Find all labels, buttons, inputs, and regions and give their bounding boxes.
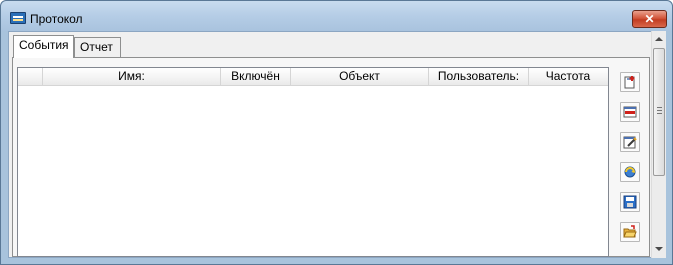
- edit-button[interactable]: [620, 132, 640, 152]
- close-button[interactable]: ✕: [632, 10, 667, 28]
- add-icon: [624, 76, 635, 89]
- open-folder-icon: [623, 225, 637, 238]
- column-header-user[interactable]: Пользователь:: [429, 68, 529, 86]
- column-header-frequency[interactable]: Частота: [529, 68, 607, 86]
- tab-report[interactable]: Отчет: [74, 37, 121, 57]
- window-title: Протокол: [30, 12, 83, 26]
- vertical-scrollbar[interactable]: [651, 31, 666, 258]
- scrollbar-thumb[interactable]: [653, 48, 665, 176]
- protocol-window: Протокол ✕ События Отчет Имя: Включён Об…: [0, 0, 673, 265]
- scroll-up-arrow-icon[interactable]: [655, 37, 663, 41]
- column-header-name[interactable]: Имя:: [43, 68, 221, 86]
- open-button[interactable]: [620, 222, 640, 242]
- refresh-button[interactable]: [620, 162, 640, 182]
- delete-icon: [623, 106, 637, 118]
- events-table[interactable]: Имя: Включён Объект Пользователь: Частот…: [17, 67, 609, 257]
- add-button[interactable]: [620, 72, 640, 92]
- delete-button[interactable]: [620, 102, 640, 122]
- window-app-icon: [10, 12, 26, 24]
- tab-panel-events: Имя: Включён Объект Пользователь: Частот…: [12, 57, 650, 257]
- edit-icon: [623, 136, 637, 149]
- column-header-indicator[interactable]: [18, 68, 43, 86]
- save-icon: [623, 195, 637, 209]
- save-button[interactable]: [620, 192, 640, 212]
- grip-icon: [657, 107, 662, 114]
- scroll-down-arrow-icon[interactable]: [655, 247, 663, 251]
- column-header-enabled[interactable]: Включён: [221, 68, 291, 86]
- tab-events[interactable]: События: [13, 35, 74, 58]
- window-client-area: События Отчет Имя: Включён Объект Пользо…: [8, 31, 665, 258]
- title-bar[interactable]: Протокол ✕: [1, 1, 672, 31]
- column-header-object[interactable]: Объект: [291, 68, 429, 86]
- table-header: Имя: Включён Объект Пользователь: Частот…: [18, 68, 608, 86]
- refresh-icon: [624, 166, 636, 178]
